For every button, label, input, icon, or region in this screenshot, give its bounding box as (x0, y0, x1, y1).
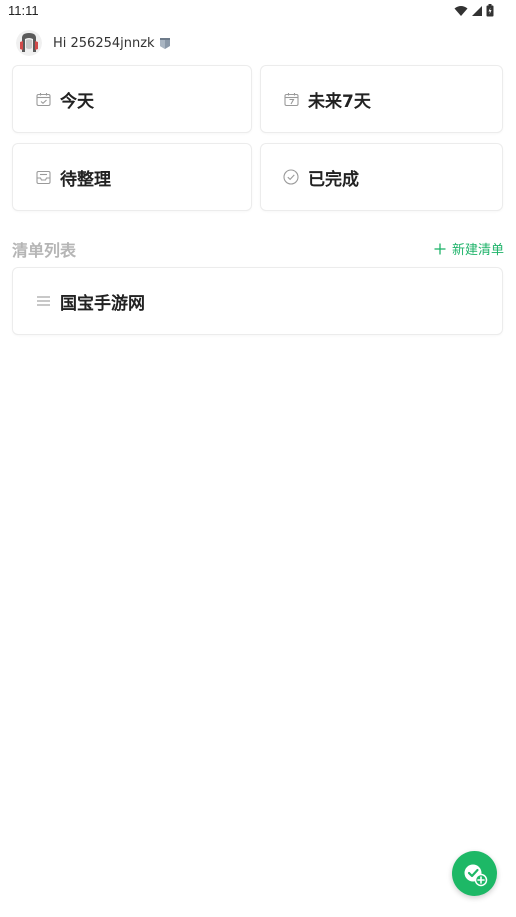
smart-list-label: 今天 (60, 91, 94, 112)
smart-list-today[interactable]: 今天 (12, 65, 252, 133)
plus-icon (434, 243, 446, 254)
new-list-button[interactable]: 新建清单 (434, 239, 504, 258)
smart-list-completed[interactable]: 已完成 (260, 143, 503, 211)
status-time: 11:11 (8, 3, 39, 18)
status-bar: 11:11 (0, 0, 516, 22)
smart-list-next-7-days[interactable]: 未来7天 (260, 65, 503, 133)
list-item[interactable]: 国宝手游网 (12, 267, 503, 335)
list-item-label: 国宝手游网 (60, 293, 145, 314)
smart-list-label: 待整理 (60, 169, 111, 190)
smart-list-label: 未来7天 (308, 91, 371, 112)
menu-lines-icon (35, 293, 51, 309)
greeting-text: Hi 256254jnnzk (53, 35, 155, 51)
section-title: 清单列表 (12, 241, 77, 260)
wifi-icon (454, 5, 468, 16)
inbox-icon (35, 169, 51, 185)
signal-icon (472, 5, 482, 16)
badge-icon (159, 37, 170, 49)
header: Hi 256254jnnzk (16, 30, 171, 56)
add-task-icon (464, 864, 487, 886)
smart-list-label: 已完成 (308, 169, 359, 190)
calendar-7-icon (283, 91, 299, 107)
calendar-check-icon (35, 91, 51, 107)
check-circle-icon (283, 169, 299, 185)
greeting: Hi 256254jnnzk (53, 36, 171, 51)
battery-icon (486, 4, 494, 17)
add-task-button[interactable] (452, 851, 497, 896)
status-icons (454, 4, 494, 17)
smart-list-inbox[interactable]: 待整理 (12, 143, 252, 211)
avatar[interactable] (16, 30, 42, 56)
new-list-label: 新建清单 (451, 243, 504, 258)
